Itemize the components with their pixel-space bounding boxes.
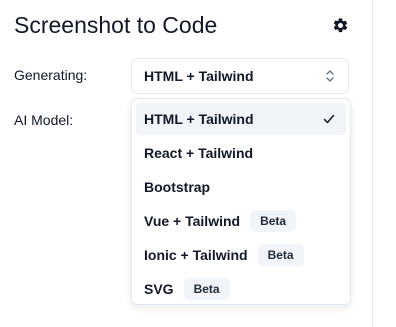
ai-model-label: AI Model: bbox=[14, 112, 74, 128]
stack-select[interactable]: HTML + Tailwind bbox=[131, 58, 349, 94]
option-bootstrap[interactable]: Bootstrap bbox=[136, 171, 346, 203]
option-label: HTML + Tailwind bbox=[144, 111, 254, 127]
option-label: Ionic + Tailwind bbox=[144, 247, 248, 263]
chevron-updown-icon bbox=[324, 69, 336, 83]
option-ionic-tailwind[interactable]: Ionic + Tailwind Beta bbox=[136, 239, 346, 271]
option-label: Bootstrap bbox=[144, 179, 211, 195]
option-react-tailwind[interactable]: React + Tailwind bbox=[136, 137, 346, 169]
settings-panel: Screenshot to Code Generating: HTML + Ta… bbox=[0, 0, 373, 327]
option-label: Vue + Tailwind bbox=[144, 213, 241, 229]
settings-button[interactable] bbox=[330, 15, 351, 36]
option-label: SVG bbox=[144, 281, 174, 297]
beta-badge: Beta bbox=[250, 210, 297, 232]
generating-label: Generating: bbox=[14, 67, 88, 83]
option-vue-tailwind[interactable]: Vue + Tailwind Beta bbox=[136, 205, 346, 237]
option-svg[interactable]: SVG Beta bbox=[136, 273, 346, 305]
option-html-tailwind[interactable]: HTML + Tailwind bbox=[136, 103, 346, 135]
check-icon bbox=[323, 114, 335, 124]
stack-dropdown-menu: HTML + Tailwind React + Tailwind Bootstr… bbox=[131, 98, 351, 305]
gear-icon bbox=[333, 18, 348, 33]
option-label: React + Tailwind bbox=[144, 145, 254, 161]
stack-select-value: HTML + Tailwind bbox=[144, 68, 254, 84]
beta-badge: Beta bbox=[183, 278, 230, 300]
beta-badge: Beta bbox=[257, 244, 304, 266]
page-title: Screenshot to Code bbox=[14, 12, 218, 38]
